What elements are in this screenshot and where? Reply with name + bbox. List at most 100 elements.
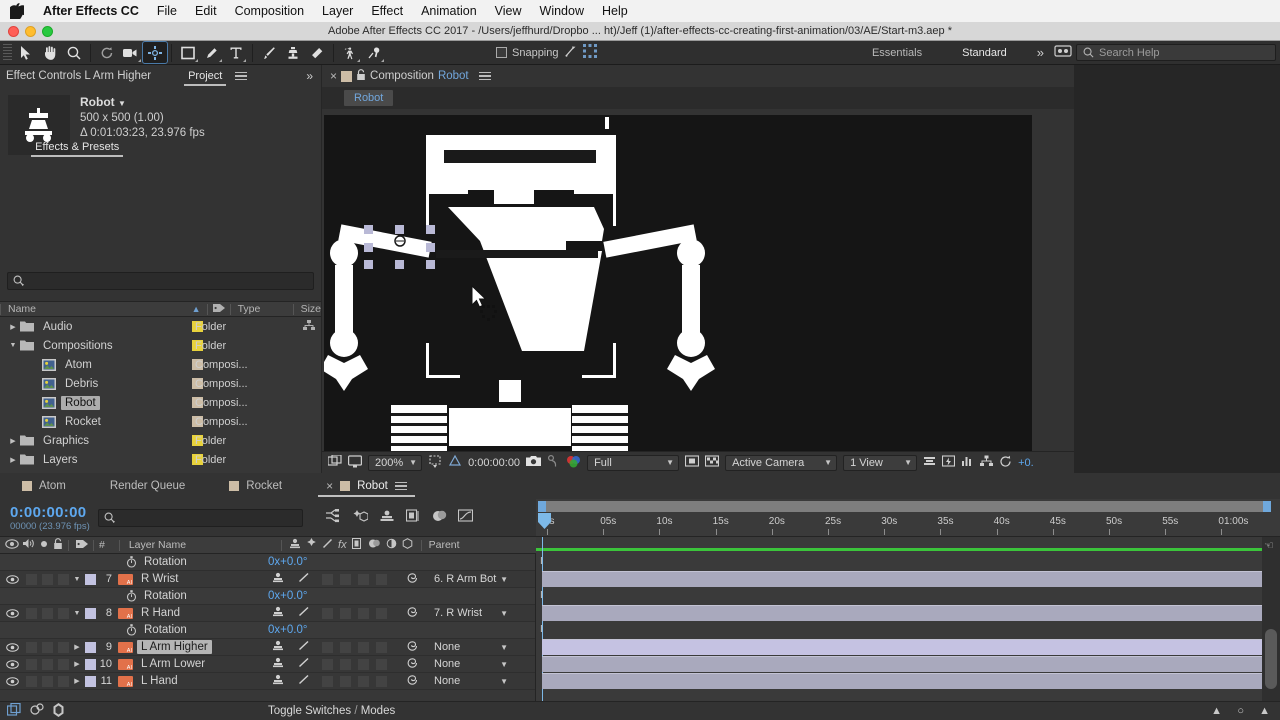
twirl-icon[interactable]: ▶: [69, 660, 85, 668]
enable-frame-blending-icon[interactable]: [405, 509, 421, 526]
pan-behind-tool-icon[interactable]: [142, 41, 168, 64]
fast-preview-icon[interactable]: [942, 455, 956, 470]
property-row[interactable]: Rotation 0x+0.0°: [0, 588, 535, 605]
parent-column-header[interactable]: Parent: [427, 539, 460, 551]
timeline-tab[interactable]: Rocket: [207, 473, 304, 499]
column-label-icon[interactable]: [208, 303, 230, 316]
quality-switch-icon[interactable]: [298, 640, 310, 654]
fx-switch-box[interactable]: [322, 675, 333, 687]
layer-name-column-header[interactable]: Layer Name: [125, 539, 186, 551]
rotation-tool-icon[interactable]: [95, 42, 119, 63]
project-list-item[interactable]: Rocket Composi...: [0, 412, 321, 431]
menu-edit[interactable]: Edit: [186, 0, 226, 22]
twirl-icon[interactable]: ▶: [69, 677, 85, 685]
project-list-item[interactable]: ▶ Audio Folder: [0, 317, 321, 336]
layer-row[interactable]: ▼7R Wrist6. R Arm Bot▼: [0, 571, 535, 588]
solo-toggle-box[interactable]: [42, 573, 53, 585]
frame-blend-switch-box[interactable]: [340, 573, 351, 585]
toolbar-grip[interactable]: [3, 43, 12, 62]
motion-blur-switch-box[interactable]: [358, 658, 369, 670]
pixel-aspect-icon[interactable]: [923, 455, 936, 470]
motion-blur-switch-box[interactable]: [358, 675, 369, 687]
shy-switch-icon[interactable]: [272, 606, 284, 620]
snapping-checkbox[interactable]: [496, 47, 507, 58]
lock-toggle-box[interactable]: [58, 675, 69, 687]
column-size[interactable]: Size: [294, 303, 321, 315]
parent-dropdown[interactable]: None ▼: [430, 674, 512, 688]
parent-pickwhip-icon[interactable]: [406, 606, 419, 621]
sort-ascending-icon[interactable]: ▲: [192, 304, 201, 314]
snapshot-icon[interactable]: [526, 455, 542, 470]
column-type[interactable]: Type: [231, 303, 293, 315]
lock-toggle-box[interactable]: [58, 641, 69, 653]
motion-blur-switch-box[interactable]: [358, 641, 369, 653]
twirl-icon[interactable]: ▶: [6, 456, 20, 464]
quality-switch-icon[interactable]: [298, 657, 310, 671]
stopwatch-icon[interactable]: [126, 590, 137, 602]
layer-row[interactable]: ▶ 10 L Arm Lower None ▼: [0, 656, 535, 673]
channel-rgb-icon[interactable]: [566, 455, 581, 471]
apple-logo-icon[interactable]: [0, 3, 34, 19]
camera-dropdown[interactable]: Active Camera ▼: [725, 454, 838, 471]
views-dropdown[interactable]: 1 View ▼: [843, 454, 918, 471]
zoom-tool-icon[interactable]: [62, 42, 86, 63]
solo-toggle-box[interactable]: [42, 658, 53, 670]
menu-after-effects-cc[interactable]: After Effects CC: [34, 0, 148, 22]
snap-arrow-icon[interactable]: [564, 44, 578, 61]
property-value[interactable]: 0x+0.0°: [268, 556, 307, 568]
lock-header-icon[interactable]: [49, 537, 63, 553]
layer-label-swatch[interactable]: [85, 675, 96, 687]
layer-label-swatch[interactable]: [85, 658, 96, 670]
layer-label-swatch[interactable]: [85, 573, 96, 585]
resolution-dropdown[interactable]: Full ▼: [587, 454, 680, 471]
composition-viewer[interactable]: [324, 115, 1032, 460]
frame-render-time-icon[interactable]: [30, 703, 44, 719]
solo-toggle-box[interactable]: [42, 607, 53, 619]
show-snapshot-icon[interactable]: [547, 454, 560, 470]
adjustment-switch-box[interactable]: [376, 641, 387, 653]
solo-toggle-box[interactable]: [42, 641, 53, 653]
layer-switches-icon[interactable]: [53, 702, 64, 720]
composition-mini-flowchart-icon[interactable]: [325, 509, 341, 526]
project-list-item[interactable]: ▼ Compositions Folder: [0, 336, 321, 355]
menu-effect[interactable]: Effect: [362, 0, 412, 22]
layer-duration-bar[interactable]: [542, 639, 1262, 655]
parent-pickwhip-icon[interactable]: [406, 640, 419, 655]
layer-name[interactable]: L Arm Higher: [137, 640, 212, 654]
comp-time-display[interactable]: 0:00:00:00: [468, 457, 520, 469]
hierarchy-icon[interactable]: [303, 319, 315, 334]
layer-duration-bar[interactable]: [542, 656, 1262, 672]
shy-switch-icon[interactable]: [272, 674, 284, 688]
layer-name[interactable]: R Hand: [137, 606, 184, 620]
clone-stamp-tool-icon[interactable]: [281, 42, 305, 63]
timeline-search-input[interactable]: [97, 508, 303, 527]
3d-switch-header-icon[interactable]: [397, 538, 413, 552]
shy-switch-header-icon[interactable]: [287, 538, 301, 552]
twirl-icon[interactable]: ▼: [69, 610, 85, 617]
adjustment-switch-box[interactable]: [376, 607, 387, 619]
frame-blend-switch-header-icon[interactable]: [347, 538, 363, 552]
camera-tool-icon[interactable]: [119, 42, 143, 63]
hand-tool-icon[interactable]: [38, 42, 62, 63]
motion-blur-switch-header-icon[interactable]: [363, 538, 381, 552]
track-vertical-scrollbar[interactable]: ☜: [1262, 537, 1280, 701]
zoom-level-dropdown[interactable]: 200% ▼: [368, 454, 423, 471]
close-tab-icon[interactable]: ×: [326, 479, 333, 493]
quality-switch-icon[interactable]: [298, 674, 310, 688]
quality-switch-header-icon[interactable]: [317, 538, 333, 552]
index-column-header[interactable]: #: [99, 539, 105, 551]
solo-toggle-box[interactable]: [42, 675, 53, 687]
parent-dropdown[interactable]: None ▼: [430, 640, 512, 654]
video-toggle-header-icon[interactable]: [0, 538, 19, 552]
lock-toggle-box[interactable]: [58, 573, 69, 585]
tab-project[interactable]: Project: [179, 65, 231, 87]
timeline-zoom-slider[interactable]: ○: [1237, 705, 1244, 717]
zoom-out-timeline-icon[interactable]: ▲: [1211, 705, 1222, 717]
shy-switch-icon[interactable]: [272, 572, 284, 586]
frame-blend-switch-box[interactable]: [340, 675, 351, 687]
column-name[interactable]: Name: [1, 303, 36, 315]
region-of-interest-icon[interactable]: [428, 454, 442, 471]
roto-brush-tool-icon[interactable]: [338, 42, 362, 63]
layer-row[interactable]: ▼ 8 R Hand 7. R Wrist ▼: [0, 605, 535, 622]
menu-animation[interactable]: Animation: [412, 0, 486, 22]
